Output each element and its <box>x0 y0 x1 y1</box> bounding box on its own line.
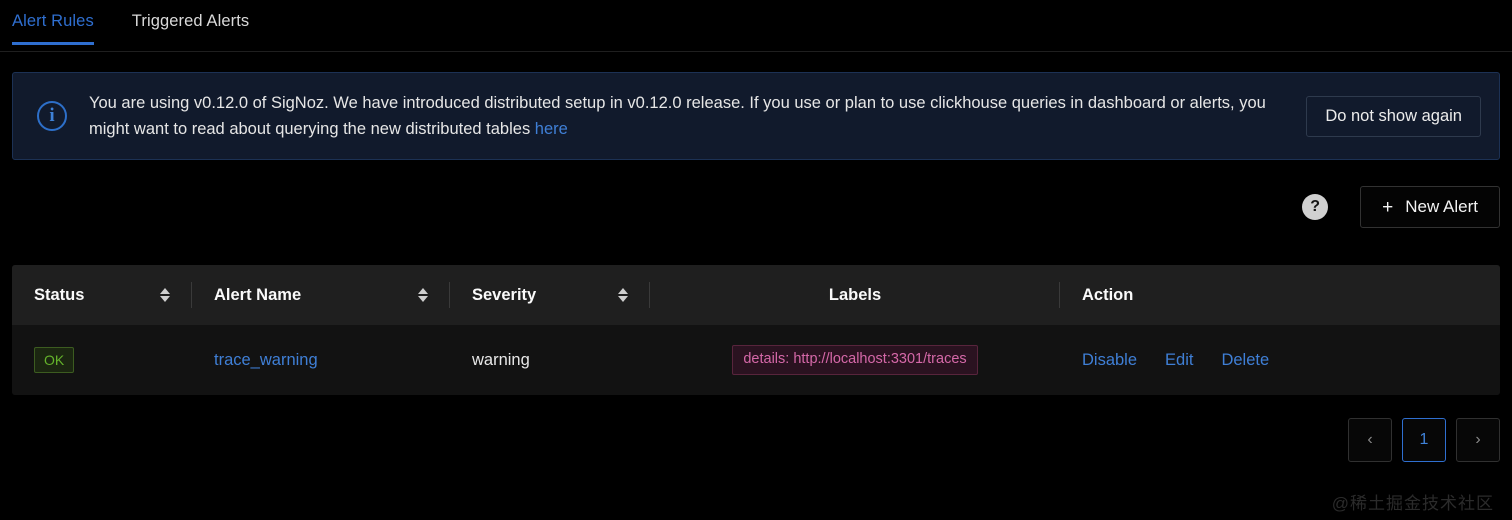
pagination-prev-button[interactable]: ‹ <box>1348 418 1392 462</box>
column-header-status[interactable]: Status <box>12 265 192 325</box>
cell-action: Disable Edit Delete <box>1060 325 1500 395</box>
sort-icon-severity[interactable] <box>618 288 628 302</box>
column-header-labels-label: Labels <box>828 285 882 304</box>
disable-action-link[interactable]: Disable <box>1082 351 1137 370</box>
alert-rules-table: Status Alert Name Severity Labels Action… <box>12 265 1500 395</box>
sort-icon-status[interactable] <box>160 288 170 302</box>
watermark: @稀土掘金技术社区 <box>1331 494 1494 513</box>
alert-name-link[interactable]: trace_warning <box>214 351 318 369</box>
column-header-labels: Labels <box>650 265 1060 325</box>
delete-action-link[interactable]: Delete <box>1221 351 1269 370</box>
tab-bar: Alert Rules Triggered Alerts <box>0 0 1512 52</box>
column-header-alert-name[interactable]: Alert Name <box>192 265 450 325</box>
info-circle-icon: i <box>37 101 67 131</box>
pagination-page-1-button[interactable]: 1 <box>1402 418 1446 462</box>
pagination: ‹ 1 › <box>1348 418 1500 462</box>
alerts-toolbar: ? + New Alert <box>1302 186 1500 228</box>
tab-alert-rules[interactable]: Alert Rules <box>12 0 94 45</box>
column-header-status-label: Status <box>34 285 85 304</box>
sort-icon-alert-name[interactable] <box>418 288 428 302</box>
new-alert-button[interactable]: + New Alert <box>1360 186 1500 228</box>
table-row: OK trace_warning warning details: http:/… <box>12 325 1500 395</box>
cell-severity: warning <box>472 350 530 369</box>
column-header-action: Action <box>1060 265 1500 325</box>
tab-triggered-alerts-label: Triggered Alerts <box>131 12 250 30</box>
cell-status: OK <box>12 325 192 395</box>
tab-alert-rules-label: Alert Rules <box>12 12 94 30</box>
new-alert-button-label: New Alert <box>1405 197 1478 216</box>
edit-action-link[interactable]: Edit <box>1165 351 1193 370</box>
column-header-severity-label: Severity <box>472 285 537 304</box>
version-info-banner: i You are using v0.12.0 of SigNoz. We ha… <box>12 72 1500 160</box>
label-tag: details: http://localhost:3301/traces <box>732 345 978 375</box>
alerts-page: Alert Rules Triggered Alerts i You are u… <box>0 0 1512 520</box>
cell-labels: details: http://localhost:3301/traces <box>650 325 1060 395</box>
tab-triggered-alerts[interactable]: Triggered Alerts <box>132 0 249 45</box>
column-header-severity[interactable]: Severity <box>450 265 650 325</box>
banner-message: You are using v0.12.0 of SigNoz. We have… <box>89 90 1284 142</box>
banner-message-text: You are using v0.12.0 of SigNoz. We have… <box>89 94 1266 138</box>
do-not-show-again-button[interactable]: Do not show again <box>1306 95 1481 137</box>
column-header-action-label: Action <box>1082 285 1134 304</box>
banner-here-link[interactable]: here <box>535 120 568 138</box>
cell-alert-name: trace_warning <box>192 325 450 395</box>
table-header-row: Status Alert Name Severity Labels Action <box>12 265 1500 325</box>
status-badge: OK <box>34 346 75 374</box>
column-header-alert-name-label: Alert Name <box>214 285 302 304</box>
plus-icon: + <box>1382 196 1394 218</box>
pagination-next-button[interactable]: › <box>1456 418 1500 462</box>
question-mark-icon[interactable]: ? <box>1302 194 1329 220</box>
